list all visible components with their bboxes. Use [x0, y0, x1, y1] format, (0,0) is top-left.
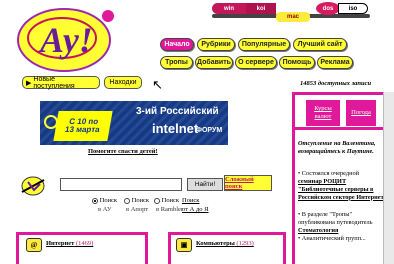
news-item-3: • Аналитический групп...	[298, 235, 366, 242]
nav-trails[interactable]: Тропы	[160, 56, 193, 69]
search-option-ay[interactable]: Поиск в АУ	[92, 196, 117, 214]
internet-category-icon: @	[26, 238, 42, 252]
nav-help[interactable]: Помощь	[279, 56, 315, 69]
news-item-2: • В разделе "Тропы"	[298, 211, 353, 218]
new-entries-label: Новые поступления	[33, 75, 75, 90]
radio-aport[interactable]	[124, 197, 130, 204]
category-internet-count: (1469)	[75, 240, 94, 247]
entries-count: 14853 доступных записи	[300, 80, 372, 87]
search-submit-button[interactable]: Найти!	[187, 178, 223, 191]
radio-ay[interactable]	[92, 197, 98, 204]
search-input[interactable]	[60, 178, 182, 191]
encoding-mac[interactable]: mac	[276, 12, 310, 22]
radio-aport-label: Поиск	[131, 197, 150, 204]
radio-aport-sub: в Апорт	[126, 206, 149, 213]
right-column-divider	[292, 130, 295, 264]
news-item-1-link[interactable]: семинар РОЦИТ	[298, 178, 392, 186]
atoz-line2: от А до Я	[182, 206, 209, 213]
category-internet-label: Интернет	[46, 240, 75, 247]
new-entries-icon: ▶	[26, 79, 32, 87]
atoz-line1: Поиск	[182, 197, 200, 204]
computers-category-icon: ▣	[176, 238, 192, 252]
search-option-rambler[interactable]: Поиск в Rambler	[154, 196, 183, 214]
right-italic-2: возвращайтесь к Паутине.	[298, 148, 374, 155]
nav-ads[interactable]: Реклама	[317, 56, 353, 69]
radio-rambler[interactable]	[154, 197, 160, 204]
search-logo-icon	[21, 176, 45, 196]
radio-rambler-sub: в Rambler	[156, 206, 184, 213]
news-item-2-text: опубликована путеводитель	[298, 219, 373, 226]
category-computers[interactable]: Компьютеры (1293)	[196, 240, 254, 247]
banner-title: 3-ий Российский	[136, 106, 219, 117]
nav-rubrics[interactable]: Рубрики	[197, 38, 235, 51]
banner-dates-line2: 13 марта	[64, 125, 101, 134]
encoding-koi[interactable]: koi	[246, 3, 276, 14]
mouse-cursor-icon: ↖	[152, 78, 163, 93]
advanced-search-link[interactable]: Сложный поиск	[224, 175, 272, 191]
exchange-rates-button[interactable]: Курсы валют	[306, 100, 340, 126]
nav-popular[interactable]: Популярные	[238, 38, 290, 51]
category-internet[interactable]: Интернет (1469)	[46, 240, 93, 247]
logo-text: Ау!	[38, 20, 93, 60]
banner-brand: intelnet	[152, 121, 199, 136]
encoding-dos[interactable]: dos	[316, 2, 340, 15]
news-item-2-link[interactable]: Стоматология	[298, 227, 392, 235]
finds-label: Находки	[109, 79, 137, 86]
ay-logo[interactable]: Ау!	[12, 4, 124, 76]
news-item-1-title[interactable]: "Библиотечные серверы в Российском секто…	[298, 186, 392, 201]
new-entries-button[interactable]: ▶ Новые поступления	[22, 75, 100, 90]
weather-button[interactable]: Погода	[346, 100, 376, 126]
intelnet-banner[interactable]: С 10 по 13 марта 3-ий Российский intelne…	[40, 101, 228, 145]
right-italic-1: Отсупление на Валентина,	[298, 140, 376, 147]
seminar-link[interactable]: семинар РОЦИТ	[298, 178, 346, 185]
banner-dates: С 10 по 13 марта	[53, 111, 113, 141]
banner-forum: ФОРУМ	[196, 127, 223, 134]
category-computers-count: (1293)	[236, 240, 254, 247]
nav-best-site[interactable]: Лучший сайт	[293, 38, 347, 51]
radio-ay-sub: в АУ	[98, 206, 112, 213]
nav-home[interactable]: Начало	[160, 38, 194, 51]
nav-about[interactable]: О сервере	[235, 56, 277, 69]
search-option-aport[interactable]: Поиск в Апорт	[124, 196, 149, 214]
category-computers-label: Компьютеры	[196, 240, 235, 247]
news-item-1: • Состоялся очередной	[298, 170, 359, 177]
encoding-win[interactable]: win	[212, 3, 246, 14]
radio-rambler-label: Поиск	[161, 197, 180, 204]
atoz-search-link[interactable]: Поиск от А до Я	[182, 196, 208, 214]
vertical-scrollbar[interactable]	[383, 92, 394, 264]
encoding-iso[interactable]: iso	[338, 3, 368, 14]
radio-ay-label: Поиск	[99, 197, 118, 204]
help-children-link[interactable]: Помогите спасти детей!	[88, 148, 158, 155]
nav-add[interactable]: Добавить	[195, 56, 233, 69]
finds-button[interactable]: Находки	[104, 76, 142, 89]
